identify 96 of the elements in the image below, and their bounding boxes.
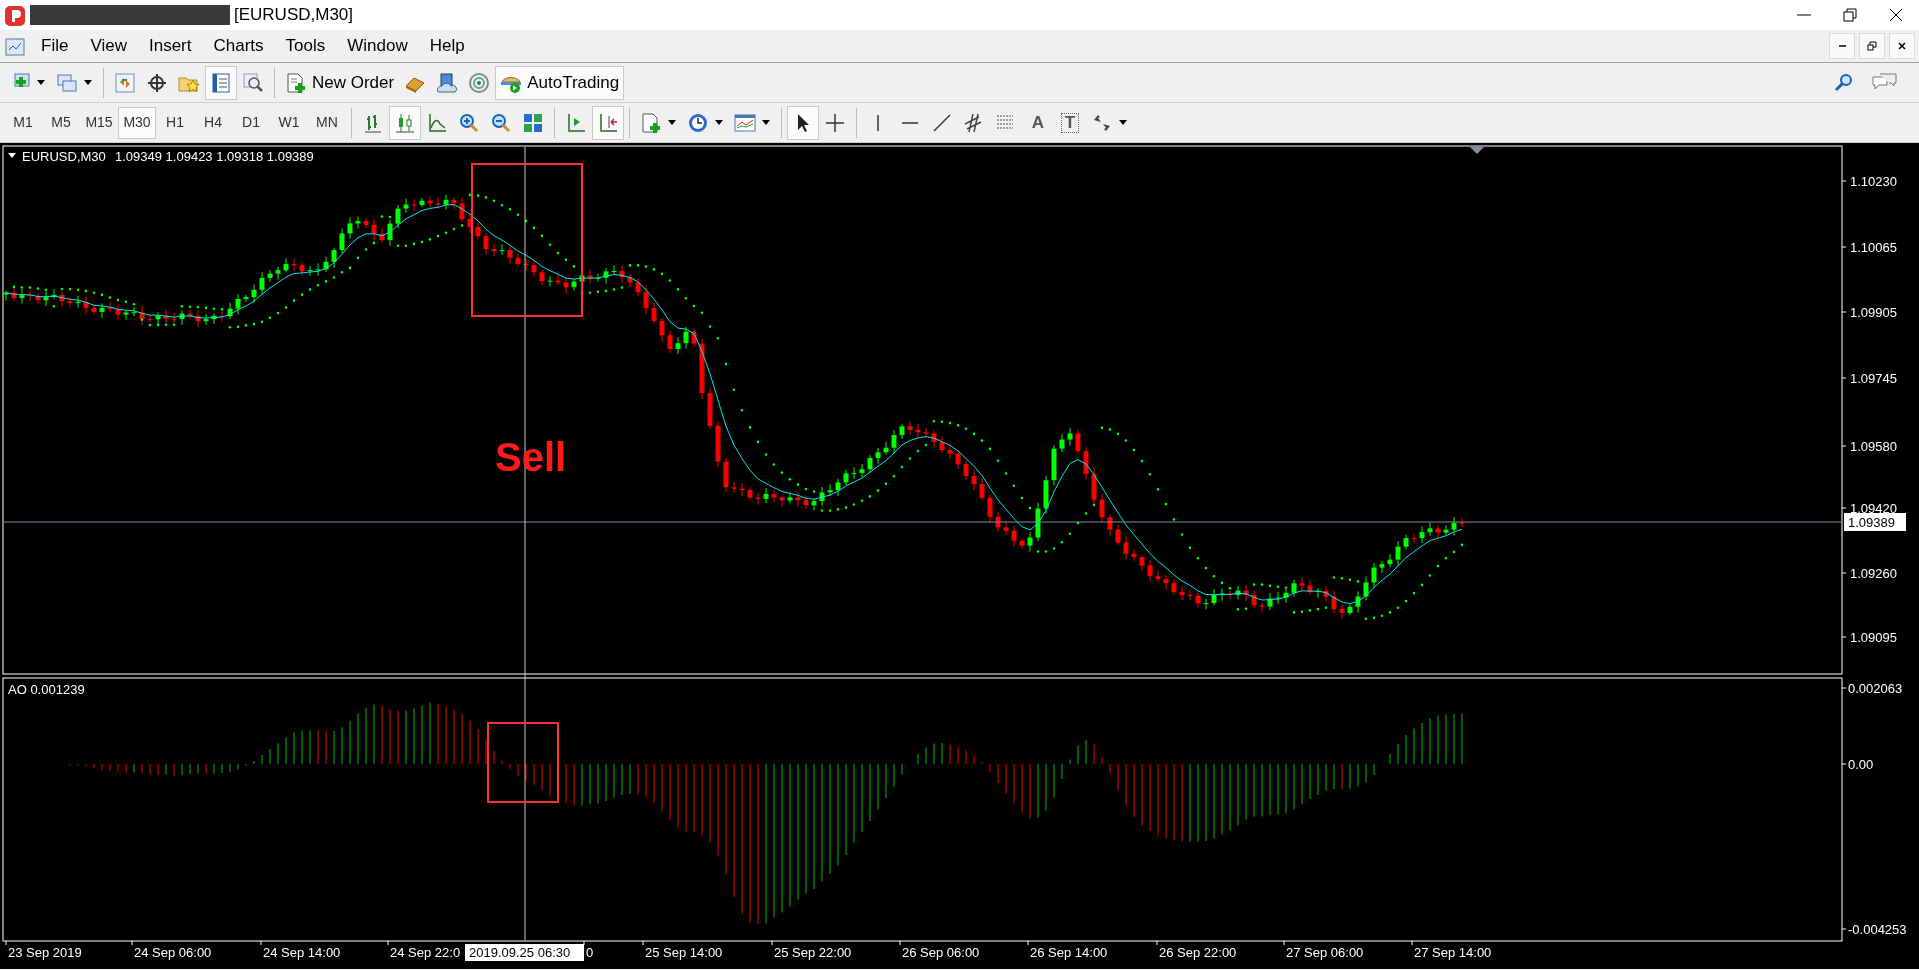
document-plus-icon	[640, 111, 662, 134]
child-close-button[interactable]	[1889, 33, 1915, 59]
menu-item[interactable]: Insert	[137, 33, 203, 59]
caret-icon	[36, 78, 46, 87]
collapse-triangle-icon	[8, 153, 16, 158]
menu-item[interactable]: View	[79, 33, 138, 59]
chart-shift-button[interactable]	[592, 105, 624, 140]
indicator-tick-label: 0.00	[1848, 757, 1874, 772]
symbol-label: EURUSD,M30	[22, 149, 106, 164]
indicator-label: AO 0.001239	[8, 682, 85, 697]
price-tick-label: 1.09745	[1850, 371, 1897, 386]
child-minimize-button[interactable]	[1829, 33, 1855, 59]
caret-icon	[761, 118, 771, 127]
zoom-in-icon	[458, 111, 480, 134]
restore-icon	[1866, 40, 1878, 52]
time-axis-label: 27 Sep 06:00	[1286, 945, 1364, 960]
caret-icon	[667, 118, 677, 127]
crosshair-time-label: 2019.09.25 06:30	[465, 944, 584, 961]
timeframe-button[interactable]: M1	[4, 106, 42, 139]
price-tick-label: 1.09260	[1850, 566, 1897, 581]
caret-icon	[1118, 118, 1128, 127]
price-tick-label: 1.09905	[1850, 305, 1897, 320]
menu-item[interactable]: Tools	[274, 33, 337, 59]
price-tick-label: 1.09420	[1850, 501, 1897, 516]
cursor-button[interactable]	[787, 105, 819, 140]
current-price-label: 1.09389	[1844, 513, 1906, 531]
sell-annotation: Sell	[495, 435, 567, 479]
chart-template-icon	[734, 111, 756, 134]
tiles-icon	[522, 111, 544, 134]
building-cloud-icon	[436, 71, 459, 94]
caret-icon	[714, 118, 724, 127]
menu-item[interactable]: Help	[418, 33, 476, 59]
document-plus-icon	[285, 71, 307, 94]
time-axis-label: 26 Sep 14:00	[1030, 945, 1108, 960]
text-tool-button[interactable]: A	[1022, 105, 1054, 140]
time-axis-label: 24 Sep 14:00	[263, 945, 341, 960]
timeframe-button[interactable]: M30	[118, 106, 156, 139]
indicator-tick-label: 0.002063	[1848, 681, 1903, 696]
text-label-button[interactable]: T	[1054, 105, 1086, 140]
caret-icon	[83, 78, 93, 87]
time-axis-label: 24 Sep 06:00	[134, 945, 212, 960]
menu-item[interactable]: File	[30, 33, 80, 59]
window-title: [EURUSD,M30]	[234, 4, 354, 27]
minimize-icon	[1838, 45, 1846, 47]
magnifier-chart-icon	[242, 71, 264, 94]
menu-item[interactable]: Window	[336, 33, 419, 59]
timeframe-button[interactable]: W1	[270, 106, 308, 139]
time-axis-label: 0	[586, 945, 594, 960]
timeframe-button[interactable]: H1	[156, 106, 194, 139]
time-axis-label: 26 Sep 22:00	[1159, 945, 1237, 960]
price-tick-label: 1.09095	[1850, 630, 1897, 645]
candlesticks-button[interactable]	[389, 105, 421, 140]
timeframe-button[interactable]: M5	[42, 106, 80, 139]
chart-shift-marker-icon	[1470, 147, 1484, 154]
signal-rings-icon	[468, 71, 491, 94]
app-logo-icon	[4, 4, 26, 27]
time-axis-label: 24 Sep 22:0	[390, 945, 461, 960]
line-chart-icon	[426, 111, 448, 134]
child-restore-button[interactable]	[1859, 33, 1885, 59]
timeframe-button[interactable]: MN	[308, 106, 346, 139]
axis-play-icon	[565, 111, 587, 134]
clock-icon	[687, 111, 709, 134]
minimize-icon	[1797, 14, 1811, 16]
price-tick-label: 1.10230	[1850, 174, 1897, 189]
data-window-button[interactable]	[205, 65, 237, 100]
vertical-line-icon	[877, 114, 879, 131]
time-axis-label: 25 Sep 22:00	[774, 945, 852, 960]
price-tick-label: 1.10065	[1850, 240, 1897, 255]
time-axis-label: 23 Sep 2019	[8, 945, 82, 960]
time-axis-label: 25 Sep 14:00	[645, 945, 723, 960]
zoom-out-icon	[490, 111, 512, 134]
new-order-button[interactable]: New Order	[280, 65, 400, 100]
menu-item[interactable]: Charts	[202, 33, 275, 59]
ohlc-values: 1.09349 1.09423 1.09318 1.09389	[115, 149, 314, 164]
timeframe-button[interactable]: H4	[194, 106, 232, 139]
chart-window-icon	[4, 35, 26, 58]
crosshair-circle-icon	[146, 71, 168, 94]
list-window-icon	[210, 71, 232, 94]
indicator-tick-label: -0.004253	[1848, 922, 1907, 937]
arrows-square-icon	[114, 71, 136, 94]
horizontal-line-icon	[902, 121, 918, 124]
price-tick-label: 1.09580	[1850, 439, 1897, 454]
candles-icon	[394, 111, 416, 134]
diagonal-line-icon	[931, 111, 953, 134]
timeframe-button[interactable]: D1	[232, 106, 270, 139]
axis-arrow-icon	[597, 111, 619, 134]
close-icon	[1888, 7, 1904, 23]
timeframe-button[interactable]: M15	[80, 106, 118, 139]
restore-icon	[1842, 7, 1858, 23]
windows-icon	[56, 71, 78, 94]
close-icon	[1896, 40, 1908, 52]
crosshair-icon	[824, 111, 846, 134]
time-axis-label: 26 Sep 06:00	[902, 945, 980, 960]
search-icon	[1833, 71, 1855, 94]
autotrading-button[interactable]: AutoTrading	[495, 65, 625, 100]
time-axis-label: 27 Sep 14:00	[1414, 945, 1492, 960]
